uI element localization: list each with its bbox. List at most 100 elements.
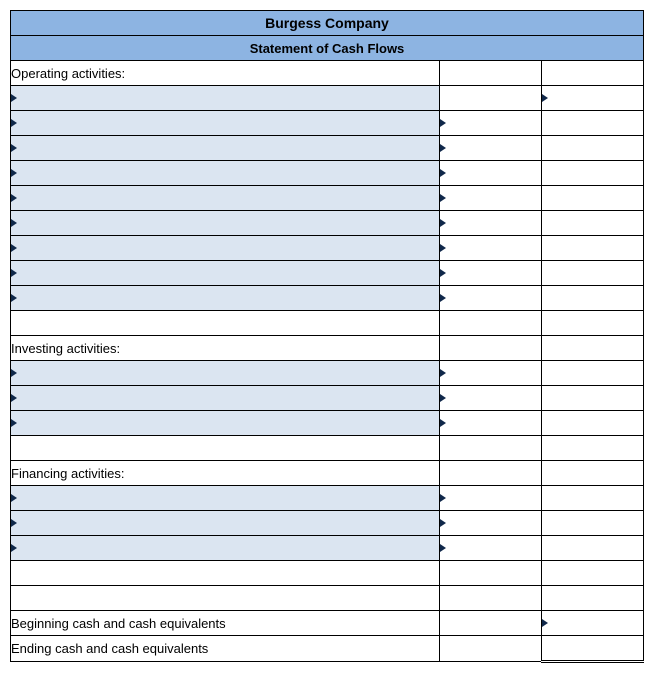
amount-cell[interactable] [439,311,541,336]
amount-input[interactable] [448,287,543,309]
amount-dropdown[interactable] [542,611,643,635]
fin-row [11,511,644,536]
amount-cell [541,111,643,136]
company-name: Burgess Company [11,11,644,36]
amount-cell [541,386,643,411]
amount-cell[interactable] [541,436,643,461]
desc-input[interactable] [19,387,441,409]
amount-input[interactable] [448,187,543,209]
amount-cell[interactable] [541,561,643,586]
amount-input[interactable] [448,137,543,159]
desc-input[interactable] [19,487,441,509]
desc-dropdown[interactable] [11,261,439,285]
desc-dropdown[interactable] [11,186,439,210]
op-row [11,286,644,311]
amount-input[interactable] [448,212,543,234]
amount-dropdown[interactable] [440,386,541,410]
op-row [11,111,644,136]
amount-dropdown[interactable] [440,186,541,210]
amount-input[interactable] [448,537,543,559]
op-row [11,161,644,186]
investing-label: Investing activities: [11,336,440,361]
cell [541,61,643,86]
amount-input[interactable] [448,412,543,434]
amount-cell[interactable] [439,86,541,111]
desc-input[interactable] [19,187,441,209]
desc-input[interactable] [19,287,441,309]
desc-dropdown[interactable] [11,386,439,410]
amount-dropdown[interactable] [440,536,541,560]
amount-cell [541,361,643,386]
amount-cell [541,161,643,186]
op-total-row [11,311,644,336]
amount-dropdown[interactable] [440,486,541,510]
desc-input[interactable] [19,512,441,534]
desc-dropdown[interactable] [11,236,439,260]
amount-cell [541,236,643,261]
amount-input[interactable] [550,87,645,109]
desc-input[interactable] [19,362,441,384]
amount-cell [541,286,643,311]
desc-input[interactable] [19,212,441,234]
amount-cell[interactable] [439,561,541,586]
amount-input[interactable] [448,387,543,409]
amount-cell[interactable] [439,436,541,461]
amount-dropdown[interactable] [440,161,541,185]
desc-dropdown[interactable] [11,111,439,135]
amount-dropdown[interactable] [440,236,541,260]
amount-cell[interactable] [541,636,643,662]
fin-total-row [11,561,644,586]
amount-cell [541,261,643,286]
amount-cell[interactable] [541,586,643,611]
cash-flow-table: Burgess Company Statement of Cash Flows … [10,10,644,663]
investing-header-row: Investing activities: [11,336,644,361]
cell [11,561,440,586]
amount-dropdown[interactable] [440,286,541,310]
financing-header-row: Financing activities: [11,461,644,486]
desc-dropdown[interactable] [11,86,439,110]
amount-dropdown[interactable] [440,361,541,385]
amount-cell [541,486,643,511]
desc-input[interactable] [19,262,441,284]
desc-input[interactable] [19,87,441,109]
desc-dropdown[interactable] [11,136,439,160]
amount-input[interactable] [448,237,543,259]
desc-input[interactable] [19,412,441,434]
desc-input[interactable] [19,137,441,159]
desc-input[interactable] [19,162,441,184]
desc-dropdown[interactable] [11,486,439,510]
amount-dropdown[interactable] [542,86,643,110]
desc-dropdown[interactable] [11,211,439,235]
desc-dropdown[interactable] [11,536,439,560]
amount-cell[interactable] [541,311,643,336]
amount-input[interactable] [448,162,543,184]
desc-dropdown[interactable] [11,286,439,310]
desc-dropdown[interactable] [11,361,439,385]
cell [439,61,541,86]
desc-input[interactable] [19,112,441,134]
cell [541,336,643,361]
amount-input[interactable] [550,612,645,634]
desc-dropdown[interactable] [11,161,439,185]
op-row [11,136,644,161]
statement-title-row: Statement of Cash Flows [11,36,644,61]
desc-input[interactable] [19,237,441,259]
desc-input[interactable] [19,537,441,559]
amount-dropdown[interactable] [440,211,541,235]
amount-cell [541,186,643,211]
amount-input[interactable] [448,487,543,509]
op-row [11,211,644,236]
amount-dropdown[interactable] [440,136,541,160]
amount-input[interactable] [448,112,543,134]
beginning-cash-label: Beginning cash and cash equivalents [11,611,440,636]
amount-input[interactable] [448,512,543,534]
amount-dropdown[interactable] [440,511,541,535]
op-row [11,261,644,286]
amount-input[interactable] [448,262,543,284]
amount-dropdown[interactable] [440,261,541,285]
desc-dropdown[interactable] [11,411,439,435]
amount-dropdown[interactable] [440,111,541,135]
amount-input[interactable] [448,362,543,384]
amount-dropdown[interactable] [440,411,541,435]
desc-dropdown[interactable] [11,511,439,535]
